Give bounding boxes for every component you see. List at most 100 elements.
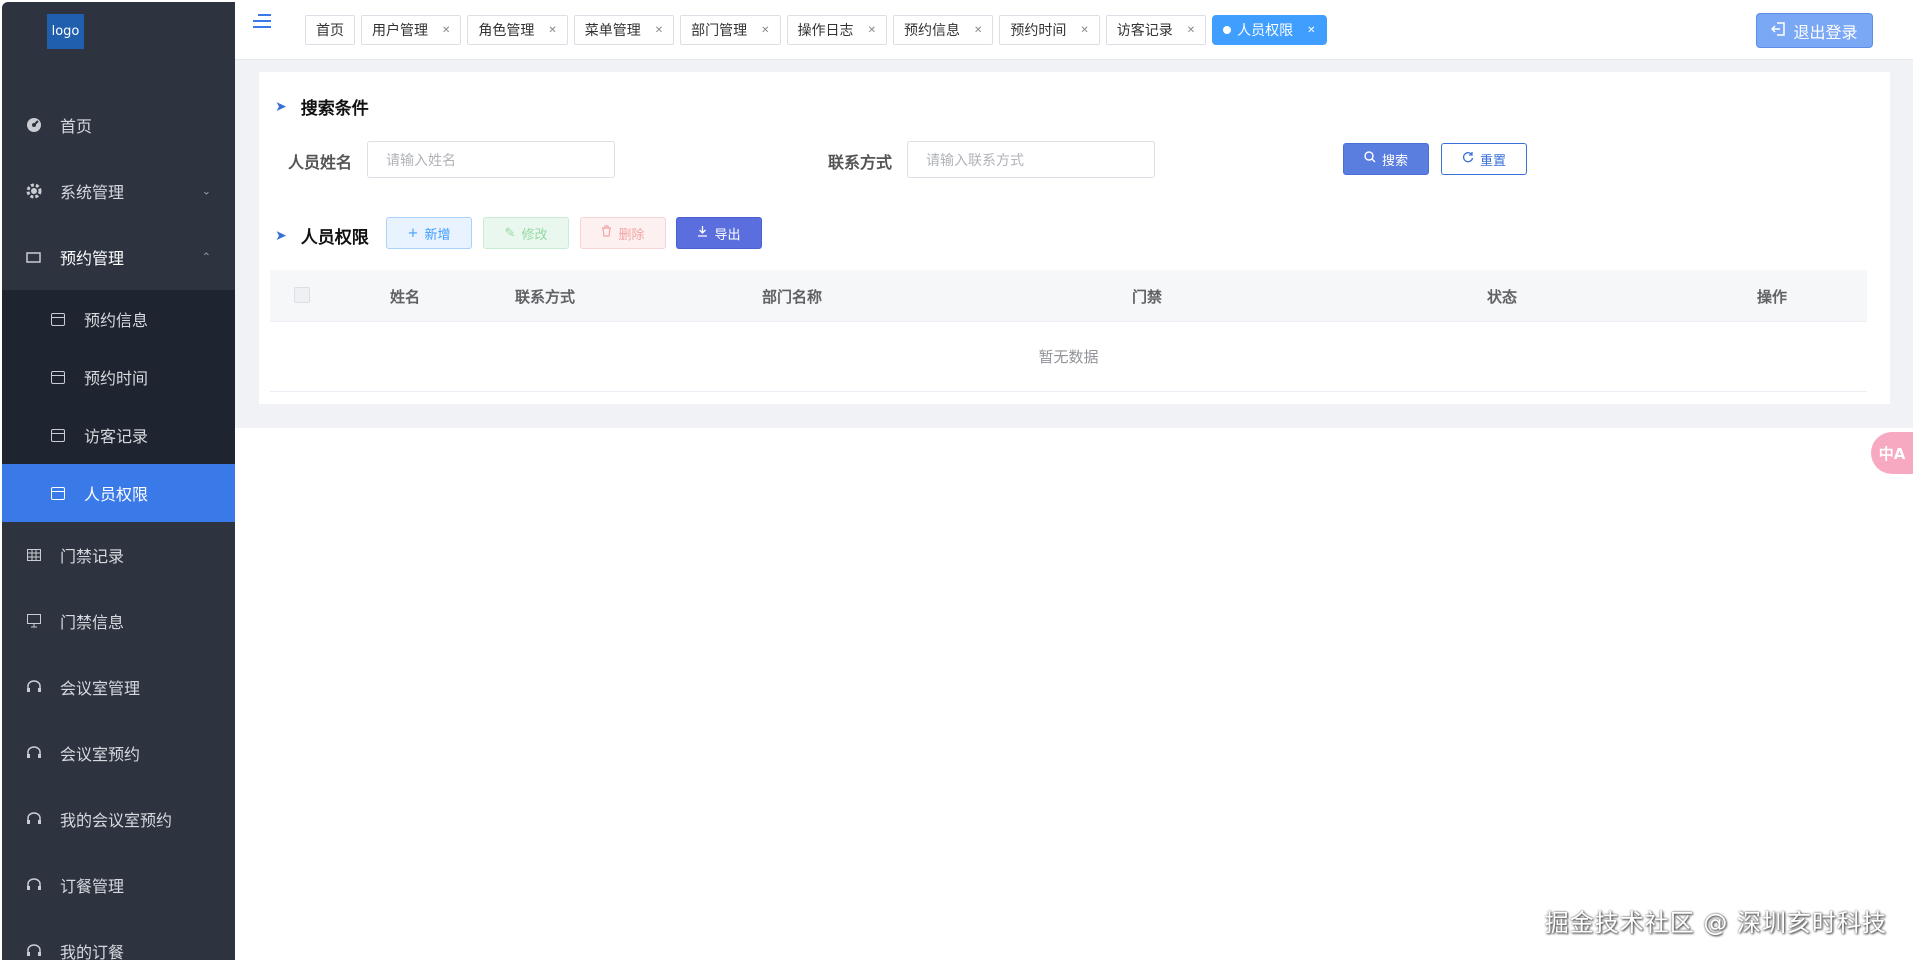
gear-icon: [24, 181, 44, 201]
tab-label: 访客记录: [1116, 23, 1173, 39]
chevron-up-icon: ⌃: [201, 250, 211, 264]
export-button[interactable]: 导出: [676, 217, 762, 249]
delete-button[interactable]: 删除: [580, 217, 666, 249]
active-dot-icon: [1223, 26, 1232, 34]
tab-visitor-records[interactable]: 访客记录 ✕: [1105, 15, 1207, 45]
tab-booking-time[interactable]: 预约时间 ✕: [999, 15, 1100, 45]
arrow-right-icon: ➤: [275, 98, 287, 115]
column-header: 姓名: [390, 287, 421, 306]
logout-icon: [1771, 21, 1787, 41]
sidebar-item-label: 首页: [60, 117, 93, 136]
tab-op-log[interactable]: 操作日志 ✕: [786, 15, 887, 45]
download-icon: [697, 225, 708, 241]
sidebar-item-label: 会议室预约: [60, 745, 141, 764]
add-button[interactable]: + 新增: [386, 217, 472, 249]
reset-button-label: 重置: [1479, 153, 1506, 169]
calendar-icon: [48, 425, 68, 445]
close-icon[interactable]: ✕: [1187, 25, 1195, 36]
watermark: 掘金技术社区 @ 深圳亥时科技: [1544, 909, 1887, 937]
column-header: 操作: [1757, 287, 1788, 306]
sidebar-item-access-records[interactable]: 门禁记录: [2, 522, 235, 588]
close-icon[interactable]: ✕: [442, 25, 450, 36]
delete-button-label: 删除: [618, 227, 645, 243]
close-icon[interactable]: ✕: [868, 25, 876, 36]
search-button-label: 搜索: [1381, 153, 1408, 169]
sidebar-item-label: 预约时间: [84, 369, 149, 388]
empty-table-message: 暂无数据: [270, 322, 1867, 392]
tab-user-admin[interactable]: 用户管理 ✕: [361, 15, 462, 45]
tab-label: 角色管理: [478, 23, 535, 39]
sidebar-item-label: 门禁记录: [60, 547, 125, 566]
menu-toggle-icon[interactable]: [253, 14, 271, 30]
sidebar-item-booking-info[interactable]: 预约信息: [2, 290, 235, 348]
sidebar-item-meeting-room-admin[interactable]: 会议室管理: [2, 654, 235, 720]
sidebar-item-meeting-room-booking[interactable]: 会议室预约: [2, 720, 235, 786]
headset-icon: [24, 941, 44, 960]
export-button-label: 导出: [714, 227, 741, 243]
sidebar-item-label: 访客记录: [84, 427, 149, 446]
logout-label: 退出登录: [1793, 22, 1858, 42]
tab-menu-admin[interactable]: 菜单管理 ✕: [573, 15, 675, 45]
calendar-icon: [48, 367, 68, 387]
translate-button[interactable]: 中A: [1871, 432, 1913, 474]
reset-button[interactable]: 重置: [1441, 143, 1527, 175]
search-section-title: ➤ 搜索条件: [275, 94, 369, 120]
close-icon[interactable]: ✕: [761, 25, 769, 36]
logout-button[interactable]: 退出登录: [1756, 13, 1873, 48]
chevron-down-icon: ⌄: [201, 184, 211, 198]
table-icon: [24, 545, 44, 565]
sidebar-item-label: 系统管理: [60, 183, 125, 202]
name-input[interactable]: 请输入姓名: [367, 141, 615, 178]
sidebar-item-system[interactable]: 系统管理 ⌄: [2, 158, 235, 224]
tab-home[interactable]: 首页: [305, 15, 355, 45]
sidebar-item-label: 预约信息: [84, 311, 149, 330]
select-all-checkbox[interactable]: [294, 287, 310, 303]
top-bar: 首页 用户管理 ✕ 角色管理 ✕ 菜单管理 ✕ 部门管理 ✕ 操作日志 ✕ 预约信息 ✕ 预…: [235, 0, 1913, 60]
sidebar-item-my-meeting-booking[interactable]: 我的会议室预约: [2, 786, 235, 852]
sidebar-item-label: 门禁信息: [60, 613, 125, 632]
sidebar-item-label: 会议室管理: [60, 679, 141, 698]
search-button[interactable]: 搜索: [1343, 143, 1429, 175]
monitor-icon: [24, 611, 44, 631]
tab-label: 预约信息: [903, 23, 960, 39]
tab-dept-admin[interactable]: 部门管理 ✕: [680, 15, 781, 45]
plus-icon: +: [407, 225, 419, 241]
sidebar-menu: 首页 系统管理 ⌄ 预约管理 ⌃ 预约信息 预约时间 访客记录 人员权限 门禁记…: [2, 92, 235, 960]
tab-role-admin[interactable]: 角色管理 ✕: [467, 15, 568, 45]
close-icon[interactable]: ✕: [548, 25, 556, 36]
tab-staff-permissions[interactable]: 人员权限 ✕: [1212, 15, 1327, 45]
close-icon[interactable]: ✕: [1080, 25, 1088, 36]
dashboard-icon: [24, 115, 44, 135]
sidebar-item-visitor-records[interactable]: 访客记录: [2, 406, 235, 464]
edit-button-label: 修改: [521, 227, 548, 243]
sidebar-item-access-info[interactable]: 门禁信息: [2, 588, 235, 654]
sidebar-item-label: 我的会议室预约: [60, 811, 173, 830]
tab-label: 菜单管理: [584, 23, 641, 39]
sidebar: logo 首页 系统管理 ⌄ 预约管理 ⌃ 预约信息 预约时间 访客记录 人员权…: [2, 2, 235, 960]
tab-bar: 首页 用户管理 ✕ 角色管理 ✕ 菜单管理 ✕ 部门管理 ✕ 操作日志 ✕ 预约信息 ✕ 预…: [305, 15, 1327, 45]
close-icon[interactable]: ✕: [974, 25, 982, 36]
sidebar-item-booking-time[interactable]: 预约时间: [2, 348, 235, 406]
tab-booking-info[interactable]: 预约信息 ✕: [892, 15, 994, 45]
search-icon: [1364, 151, 1376, 167]
tab-label: 人员权限: [1237, 23, 1294, 39]
close-icon[interactable]: ✕: [655, 25, 663, 36]
sidebar-item-meal-admin[interactable]: 订餐管理: [2, 852, 235, 918]
sidebar-item-booking[interactable]: 预约管理 ⌃: [2, 224, 235, 290]
column-header: 部门名称: [762, 287, 823, 306]
arrow-right-icon: ➤: [275, 227, 287, 244]
tab-label: 首页: [316, 23, 344, 39]
toolbar-section-title: ➤ 人员权限: [275, 223, 369, 249]
tab-label: 部门管理: [691, 23, 748, 39]
headset-icon: [24, 875, 44, 895]
refresh-icon: [1462, 151, 1474, 167]
sidebar-item-label: 预约管理: [60, 249, 125, 268]
sidebar-item-my-meals[interactable]: 我的订餐: [2, 918, 235, 960]
sidebar-item-home[interactable]: 首页: [2, 92, 235, 158]
sidebar-item-staff-permissions[interactable]: 人员权限: [2, 464, 235, 522]
sidebar-item-label: 我的订餐: [60, 943, 125, 960]
contact-input[interactable]: 请输入联系方式: [907, 141, 1155, 178]
close-icon[interactable]: ✕: [1307, 25, 1315, 36]
calendar-icon: [48, 309, 68, 329]
edit-button[interactable]: ✎ 修改: [483, 217, 569, 249]
